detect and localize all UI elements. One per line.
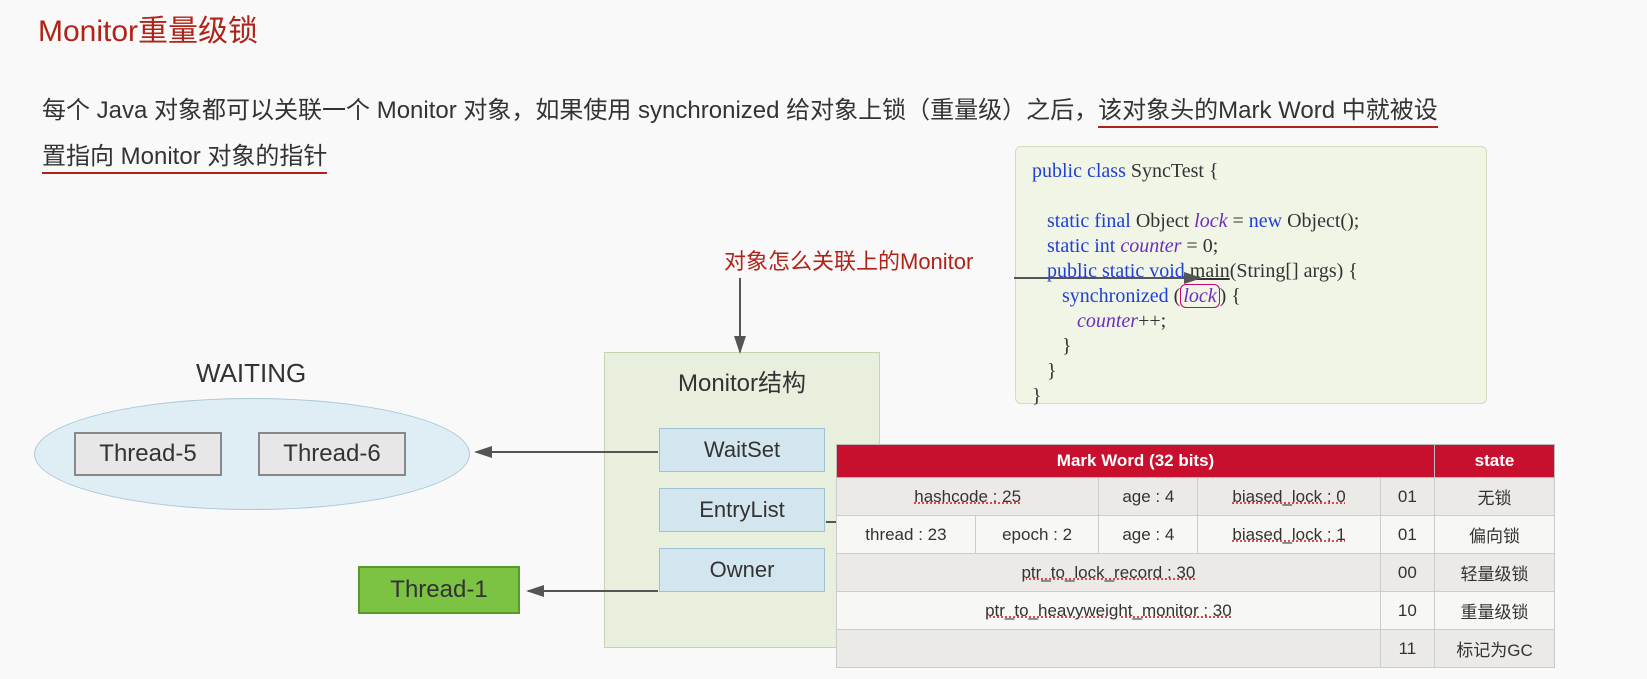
desc-prefix: 每个 Java 对象都可以关联一个 Monitor 对象，如果使用 synchr… (42, 97, 1098, 124)
desc-underline-2: 置指向 Monitor 对象的指针 (42, 143, 327, 174)
cell: age : 4 (1099, 478, 1198, 516)
monitor-title: Monitor结构 (605, 353, 879, 412)
cell: epoch : 2 (975, 516, 1098, 554)
mark-word-table: Mark Word (32 bits) state hashcode : 25 … (836, 444, 1555, 668)
cell: biased_lock : 1 (1198, 516, 1380, 554)
code-var: counter (1077, 310, 1138, 332)
thread-5-box: Thread-5 (74, 432, 222, 476)
monitor-owner: Owner (659, 548, 825, 592)
code-var: lock (1194, 210, 1227, 232)
code-brace: } (1047, 360, 1057, 382)
table-row: 11 标记为GC (837, 630, 1555, 668)
cell: ptr_to_lock_record : 30 (837, 554, 1381, 592)
cell-text: ptr_to_heavyweight_monitor : 30 (985, 601, 1232, 620)
state-header: state (1435, 445, 1555, 478)
cell: biased_lock : 0 (1198, 478, 1380, 516)
code-text: ) { (1220, 285, 1241, 307)
code-kw: static final (1047, 210, 1131, 232)
cell: 轻量级锁 (1435, 554, 1555, 592)
cell-text: biased_lock : 0 (1232, 487, 1345, 506)
cell: 01 (1380, 478, 1434, 516)
code-kw: public class (1032, 160, 1126, 182)
code-text: (String[] args) { (1230, 260, 1358, 282)
code-kw: public static void (1047, 260, 1190, 282)
cell: hashcode : 25 (837, 478, 1099, 516)
code-kw: static int (1047, 235, 1120, 257)
mw-header: Mark Word (32 bits) (837, 445, 1435, 478)
cell: thread : 23 (837, 516, 976, 554)
cell: 重量级锁 (1435, 592, 1555, 630)
cell: ptr_to_heavyweight_monitor : 30 (837, 592, 1381, 630)
desc-underline-1: 该对象头的Mark Word 中就被设 (1098, 97, 1438, 128)
code-lock-highlight: lock (1180, 284, 1219, 308)
code-text: Object(); (1282, 210, 1359, 232)
code-brace: } (1032, 385, 1042, 407)
monitor-entrylist: EntryList (659, 488, 825, 532)
code-text: = (1227, 210, 1248, 232)
cell-text: biased_lock : 1 (1232, 525, 1345, 544)
cell-text: age : 4 (1122, 487, 1174, 506)
table-row: ptr_to_heavyweight_monitor : 30 10 重量级锁 (837, 592, 1555, 630)
cell-text: ptr_to_lock_record : 30 (1021, 563, 1195, 582)
code-kw: synchronized (1062, 285, 1174, 307)
code-text: = 0; (1181, 235, 1218, 257)
table-row: hashcode : 25 age : 4 biased_lock : 0 01… (837, 478, 1555, 516)
thread-6-box: Thread-6 (258, 432, 406, 476)
cell: 标记为GC (1435, 630, 1555, 668)
table-row: ptr_to_lock_record : 30 00 轻量级锁 (837, 554, 1555, 592)
monitor-waitset: WaitSet (659, 428, 825, 472)
cell: age : 4 (1099, 516, 1198, 554)
cell (837, 630, 1381, 668)
code-text: SyncTest { (1126, 160, 1219, 182)
cell: 11 (1380, 630, 1434, 668)
cell: 00 (1380, 554, 1434, 592)
code-kw: new (1249, 210, 1282, 232)
cell: 01 (1380, 516, 1434, 554)
code-text: ++; (1138, 310, 1166, 332)
cell: 无锁 (1435, 478, 1555, 516)
cell: 偏向锁 (1435, 516, 1555, 554)
table-row: thread : 23 epoch : 2 age : 4 biased_loc… (837, 516, 1555, 554)
code-var: counter (1120, 235, 1181, 257)
cell: 10 (1380, 592, 1434, 630)
page-title: Monitor重量级锁 (38, 6, 258, 50)
code-main: main (1190, 260, 1230, 282)
thread-1-box: Thread-1 (358, 566, 520, 614)
waiting-label: WAITING (196, 358, 306, 389)
code-snippet: public class SyncTest { static final Obj… (1015, 146, 1487, 404)
annotation-text: 对象怎么关联上的Monitor (724, 244, 973, 276)
table-header-row: Mark Word (32 bits) state (837, 445, 1555, 478)
code-brace: } (1062, 335, 1072, 357)
code-text: Object (1131, 210, 1194, 232)
cell-text: hashcode : 25 (914, 487, 1021, 506)
